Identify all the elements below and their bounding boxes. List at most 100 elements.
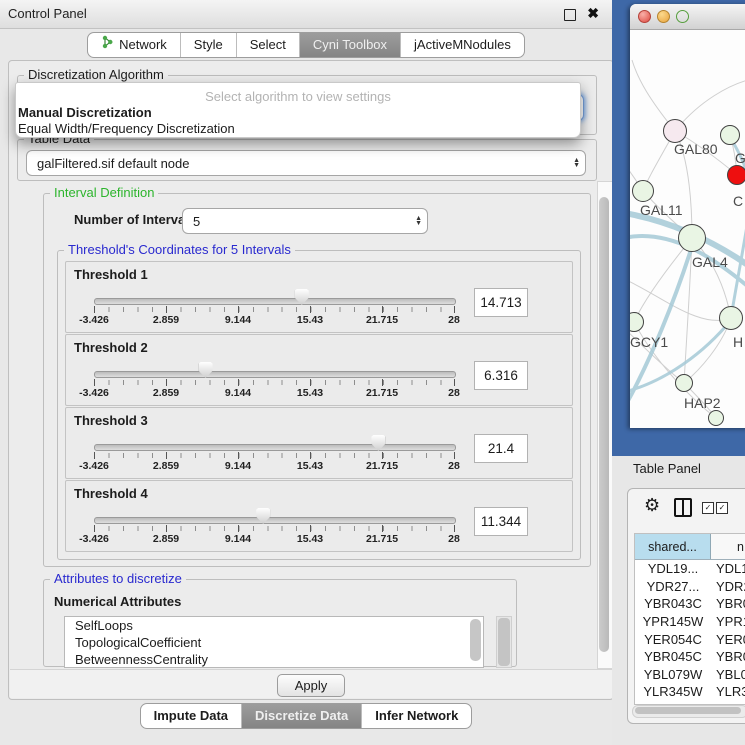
column-header-name[interactable]: n bbox=[711, 534, 745, 559]
tab-style[interactable]: Style bbox=[181, 33, 237, 57]
split-column-icon[interactable] bbox=[674, 498, 692, 517]
tick-label: 9.144 bbox=[225, 314, 251, 326]
attributes-group-scrollbar[interactable] bbox=[496, 616, 512, 668]
gear-icon[interactable]: ⚙ bbox=[644, 495, 660, 516]
table-cell[interactable]: YPR1 bbox=[711, 614, 745, 629]
threshold-panel: Threshold 2 -3.4262.8599.14415.4321.7152… bbox=[65, 334, 573, 406]
numerical-attributes-list[interactable]: SelfLoopsTopologicalCoefficientBetweenne… bbox=[64, 616, 484, 668]
network-node[interactable] bbox=[675, 374, 693, 392]
network-node[interactable] bbox=[720, 125, 740, 145]
table-cell[interactable]: YBR045C bbox=[635, 649, 711, 664]
tick-label: -3.426 bbox=[79, 314, 109, 326]
table-panel-title: Table Panel bbox=[612, 456, 745, 482]
table-cell[interactable]: YLR345W bbox=[635, 684, 711, 699]
table-row[interactable]: YBR045CYBR0 bbox=[635, 648, 745, 666]
network-node-label: C bbox=[733, 193, 743, 209]
major-tick bbox=[310, 525, 311, 532]
checkbox-checked-icon[interactable]: ✓ bbox=[716, 502, 728, 514]
threshold-slider-track[interactable] bbox=[94, 371, 456, 378]
threshold-slider-track[interactable] bbox=[94, 298, 456, 305]
checkbox-checked-icon[interactable]: ✓ bbox=[702, 502, 714, 514]
network-node[interactable] bbox=[719, 306, 743, 330]
tab-select[interactable]: Select bbox=[237, 33, 300, 57]
tab-impute-data[interactable]: Impute Data bbox=[141, 704, 242, 728]
threshold-slider-track[interactable] bbox=[94, 517, 456, 524]
table-cell[interactable]: YLR3 bbox=[711, 684, 745, 699]
tick-label: -3.426 bbox=[79, 533, 109, 545]
table-cell[interactable]: YPR145W bbox=[635, 614, 711, 629]
threshold-panel: Threshold 3 -3.4262.8599.14415.4321.7152… bbox=[65, 407, 573, 479]
threshold-value-box[interactable]: 14.713 bbox=[474, 288, 528, 317]
table-horizontal-scrollbar[interactable] bbox=[632, 705, 745, 718]
network-canvas[interactable]: GAL80GCGAL11GAL4GCY1HHAP2 bbox=[630, 30, 745, 428]
algorithm-option-equal-width[interactable]: Equal Width/Frequency Discretization bbox=[18, 121, 235, 136]
gene-table[interactable]: shared... n YDL19...YDL1YDR27...YDR2YBR0… bbox=[634, 533, 745, 705]
attributes-list-scrollbar[interactable] bbox=[470, 619, 481, 661]
table-row[interactable]: YDL19...YDL1 bbox=[635, 560, 745, 578]
panel-vertical-scrollbar[interactable] bbox=[597, 181, 613, 669]
algorithm-option-manual[interactable]: Manual Discretization bbox=[18, 105, 152, 120]
threshold-value-box[interactable]: 6.316 bbox=[474, 361, 528, 390]
table-row[interactable]: YDR27...YDR2 bbox=[635, 578, 745, 596]
threshold-value-box[interactable]: 11.344 bbox=[474, 507, 528, 536]
number-of-intervals-combobox[interactable]: 5 ▲▼ bbox=[182, 208, 428, 234]
table-row[interactable]: YER054CYER0 bbox=[635, 630, 745, 648]
close-light-icon[interactable] bbox=[638, 10, 651, 23]
threshold-label: Threshold 2 bbox=[74, 340, 148, 355]
threshold-label: Threshold 3 bbox=[74, 413, 148, 428]
table-cell[interactable]: YBR0 bbox=[711, 649, 745, 664]
table-row[interactable]: YPR145WYPR1 bbox=[635, 613, 745, 631]
zoom-light-icon[interactable] bbox=[676, 10, 689, 23]
table-cell[interactable]: YER054C bbox=[635, 632, 711, 647]
attributes-group-title: Attributes to discretize bbox=[50, 572, 186, 586]
table-data-combobox[interactable]: galFiltered.sif default node ▲▼ bbox=[26, 150, 586, 176]
threshold-label: Threshold 1 bbox=[74, 267, 148, 282]
threshold-slider-ticks bbox=[94, 307, 455, 312]
attribute-item[interactable]: SelfLoops bbox=[65, 617, 483, 634]
table-row[interactable]: YLR345WYLR3 bbox=[635, 683, 745, 701]
major-tick bbox=[238, 525, 239, 532]
table-row[interactable]: YBR043CYBR0 bbox=[635, 595, 745, 613]
float-window-icon[interactable] bbox=[564, 9, 576, 21]
table-cell[interactable]: YBL0 bbox=[711, 667, 745, 682]
tick-label: 15.43 bbox=[297, 387, 323, 399]
table-cell[interactable]: YBR0 bbox=[711, 596, 745, 611]
threshold-label: Threshold 4 bbox=[74, 486, 148, 501]
tab-network[interactable]: Network bbox=[88, 33, 181, 57]
table-cell[interactable]: YDR2 bbox=[711, 579, 745, 594]
table-cell[interactable]: YDR27... bbox=[635, 579, 711, 594]
table-cell[interactable]: YDL19... bbox=[635, 561, 711, 576]
table-scrollbar-thumb[interactable] bbox=[635, 707, 741, 714]
apply-button[interactable]: Apply bbox=[277, 674, 345, 697]
tab-infer-network[interactable]: Infer Network bbox=[362, 704, 471, 728]
network-node-label: GAL11 bbox=[640, 202, 683, 218]
attribute-item[interactable]: TopologicalCoefficient bbox=[65, 634, 483, 651]
column-header-shared-name[interactable]: shared... bbox=[635, 534, 711, 559]
minimize-light-icon[interactable] bbox=[657, 10, 670, 23]
table-data-group: Table Data galFiltered.sif default node … bbox=[17, 139, 597, 181]
close-icon[interactable]: ✖ bbox=[587, 5, 599, 22]
network-node[interactable] bbox=[678, 224, 706, 252]
threshold-value-box[interactable]: 21.4 bbox=[474, 434, 528, 463]
gene-table-header: shared... n bbox=[635, 534, 745, 560]
table-cell[interactable]: YER0 bbox=[711, 632, 745, 647]
network-node[interactable] bbox=[663, 119, 687, 143]
tab-discretize-data[interactable]: Discretize Data bbox=[242, 704, 362, 728]
threshold-slider-track[interactable] bbox=[94, 444, 456, 451]
tab-jactivemnodules[interactable]: jActiveMNodules bbox=[401, 33, 524, 57]
tab-cyni-toolbox[interactable]: Cyni Toolbox bbox=[300, 33, 401, 57]
control-panel-header: Control Panel ✖ bbox=[0, 0, 612, 29]
network-node[interactable] bbox=[708, 410, 724, 426]
network-node[interactable] bbox=[727, 165, 745, 185]
table-cell[interactable]: YBL079W bbox=[635, 667, 711, 682]
attribute-item[interactable]: BetweennessCentrality bbox=[65, 651, 483, 668]
tab-style-label: Style bbox=[194, 33, 223, 57]
screen: Control Panel ✖ Network Style Select bbox=[0, 0, 745, 745]
number-of-intervals-value: 5 bbox=[193, 209, 200, 233]
network-node[interactable] bbox=[632, 180, 654, 202]
table-row[interactable]: YBL079WYBL0 bbox=[635, 666, 745, 684]
tick-label: 2.859 bbox=[153, 533, 179, 545]
table-cell[interactable]: YDL1 bbox=[711, 561, 745, 576]
panel-scrollbar-thumb[interactable] bbox=[599, 197, 609, 652]
table-cell[interactable]: YBR043C bbox=[635, 596, 711, 611]
